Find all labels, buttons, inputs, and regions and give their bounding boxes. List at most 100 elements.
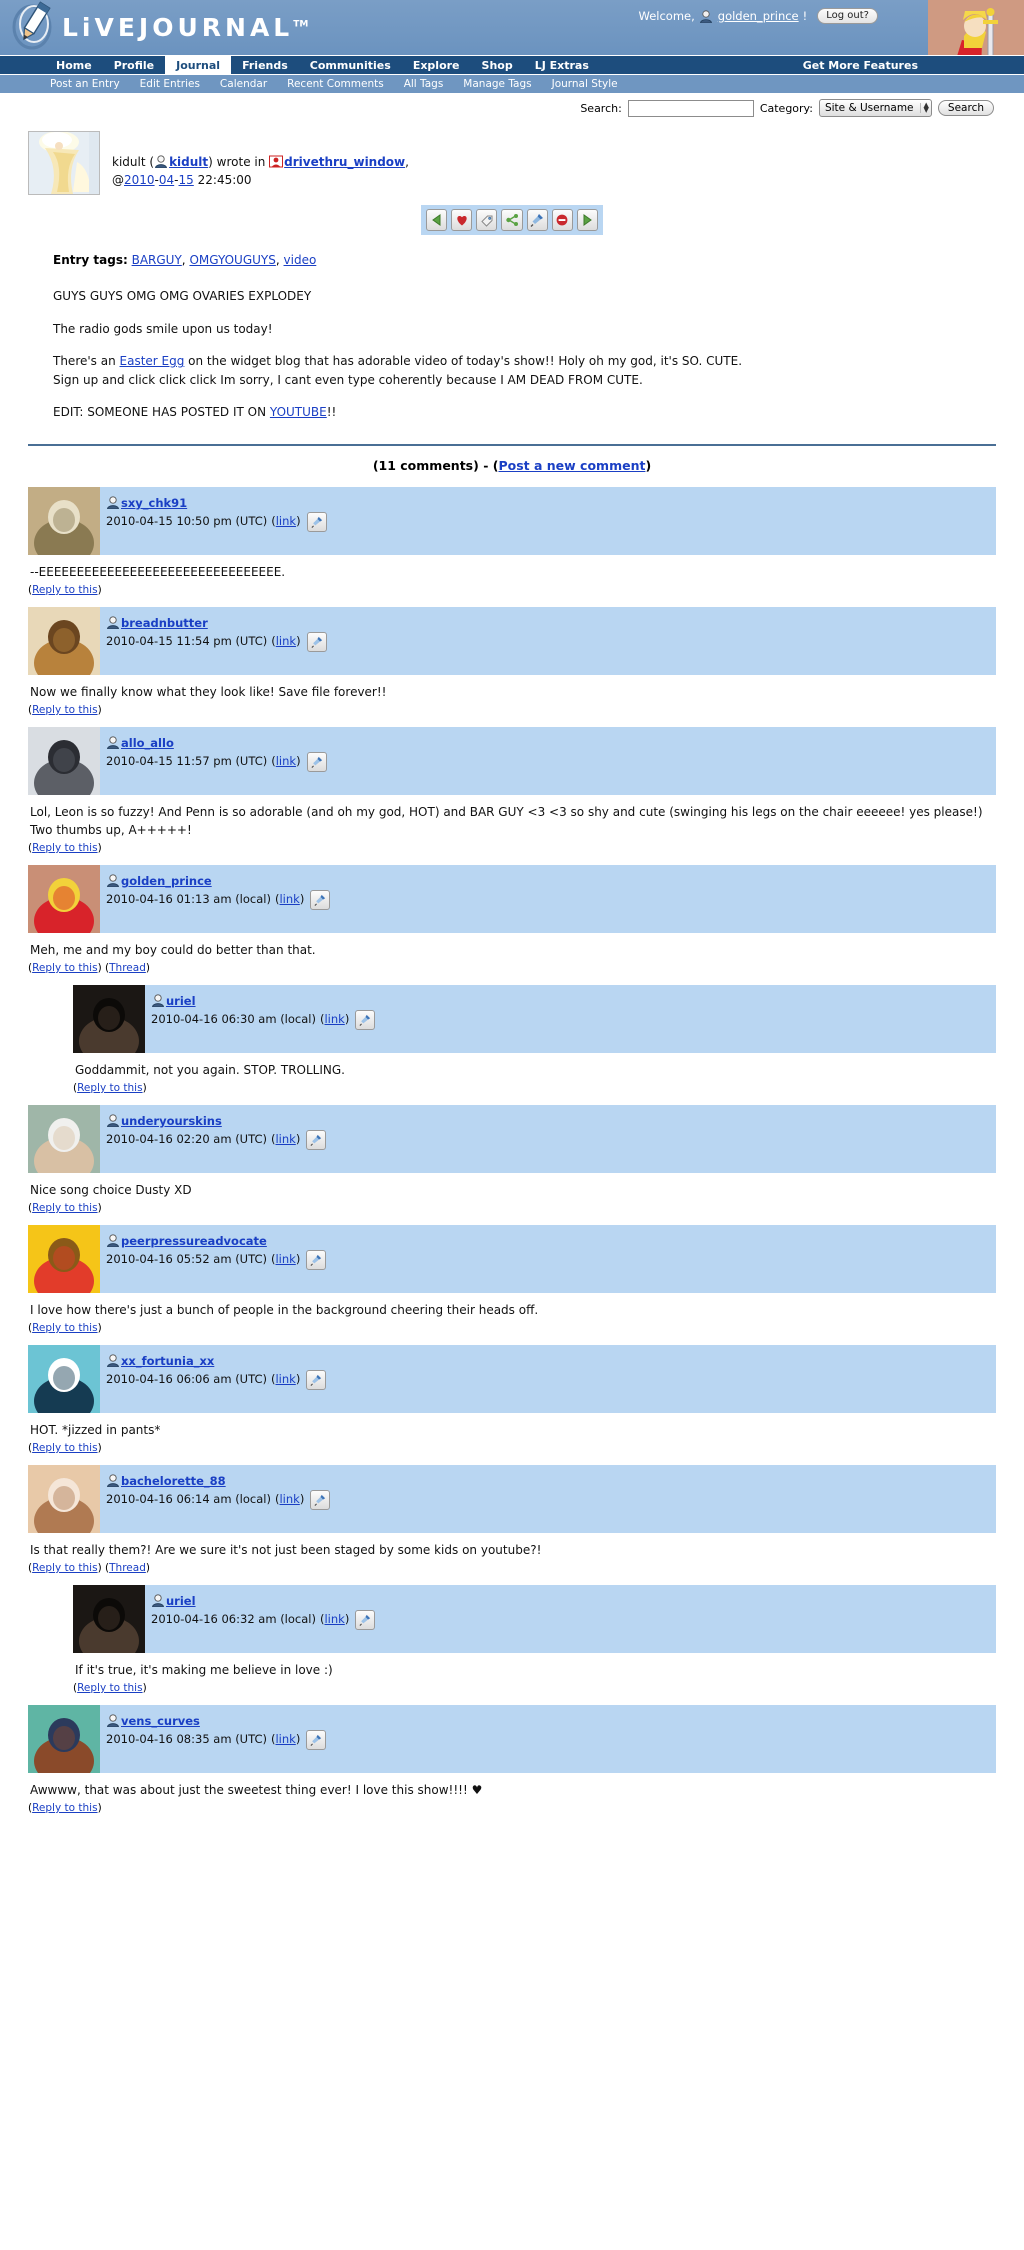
comment-author-link[interactable]: underyourskins: [121, 1114, 222, 1128]
comment-edit-button[interactable]: [355, 1009, 376, 1030]
subnav-item-manage-tags[interactable]: Manage Tags: [453, 75, 541, 93]
nav-item-shop[interactable]: Shop: [471, 56, 524, 74]
comment-edit-button[interactable]: [306, 1129, 327, 1150]
block-button[interactable]: [551, 209, 573, 231]
edit-entry-button[interactable]: [526, 209, 548, 231]
comment-permalink[interactable]: link: [279, 892, 299, 906]
comment-author-link[interactable]: breadnbutter: [121, 616, 208, 630]
entry-community-link[interactable]: drivethru_window: [284, 155, 405, 169]
comment-edit-button[interactable]: [306, 1369, 327, 1390]
subnav-item-calendar[interactable]: Calendar: [210, 75, 277, 93]
comment-userpic[interactable]: [73, 1584, 145, 1653]
comment-author-link[interactable]: allo_allo: [121, 736, 174, 750]
comment-edit-button[interactable]: [355, 1609, 376, 1630]
nav-item-communities[interactable]: Communities: [299, 56, 402, 74]
user-head-icon: [106, 1714, 120, 1728]
comment-userpic[interactable]: [28, 1464, 100, 1533]
comment-userpic[interactable]: [28, 726, 100, 795]
subnav-item-journal-style[interactable]: Journal Style: [542, 75, 628, 93]
nav-item-profile[interactable]: Profile: [103, 56, 165, 74]
search-input[interactable]: [627, 99, 754, 117]
comment-permalink[interactable]: link: [275, 1252, 295, 1266]
comment-permalink[interactable]: link: [279, 1492, 299, 1506]
comment-author-link[interactable]: xx_fortunia_xx: [121, 1354, 214, 1368]
post-new-comment-link[interactable]: Post a new comment: [498, 458, 645, 473]
subnav-item-post-an-entry[interactable]: Post an Entry: [40, 75, 130, 93]
comment-action-thread[interactable]: Thread: [109, 962, 146, 974]
nav-item-friends[interactable]: Friends: [231, 56, 299, 74]
comment-action-reply-to-this[interactable]: Reply to this: [32, 1322, 97, 1334]
previous-entry-button[interactable]: [426, 209, 448, 231]
entry-tag-video[interactable]: video: [284, 253, 317, 267]
comment-action-reply-to-this[interactable]: Reply to this: [32, 962, 97, 974]
comment-userpic[interactable]: [28, 606, 100, 675]
comment-permalink[interactable]: link: [275, 1372, 295, 1386]
search-button[interactable]: Search: [937, 100, 994, 116]
comment-userpic[interactable]: [28, 1224, 100, 1293]
comment-action-reply-to-this[interactable]: Reply to this: [32, 1802, 97, 1814]
comment-userpic[interactable]: [28, 486, 100, 555]
comment-permalink[interactable]: link: [324, 1012, 344, 1026]
comment-action-reply-to-this[interactable]: Reply to this: [32, 1442, 97, 1454]
comment-userpic[interactable]: [28, 864, 100, 933]
comment-permalink[interactable]: link: [275, 1132, 295, 1146]
entry-tag-omgyouguys[interactable]: OMGYOUGUYS: [189, 253, 275, 267]
site-logo[interactable]: LiVEJOURNALTM: [10, 1, 308, 52]
share-button[interactable]: [501, 209, 523, 231]
current-username-link[interactable]: golden_prince: [718, 9, 799, 23]
comment-action-reply-to-this[interactable]: Reply to this: [32, 1562, 97, 1574]
comment-author-link[interactable]: golden_prince: [121, 874, 212, 888]
comment-edit-button[interactable]: [306, 631, 327, 652]
logout-button[interactable]: Log out?: [817, 8, 878, 24]
nav-item-get-more-features[interactable]: Get More Features: [793, 56, 928, 74]
comment-author-link[interactable]: uriel: [166, 1594, 196, 1608]
comment-author-link[interactable]: bachelorette_88: [121, 1474, 226, 1488]
comment-permalink[interactable]: link: [276, 754, 296, 768]
entry-author-link[interactable]: kidult: [169, 155, 208, 169]
subnav-item-all-tags[interactable]: All Tags: [394, 75, 454, 93]
comment-action-reply-to-this[interactable]: Reply to this: [32, 584, 97, 596]
comment-userpic[interactable]: [28, 1344, 100, 1413]
comment-action-reply-to-this[interactable]: Reply to this: [32, 704, 97, 716]
comment-author-link[interactable]: uriel: [166, 994, 196, 1008]
add-to-memories-button[interactable]: [451, 209, 473, 231]
comment-userpic[interactable]: [28, 1104, 100, 1173]
comment-edit-button[interactable]: [310, 1489, 331, 1510]
next-entry-button[interactable]: [576, 209, 598, 231]
comment-author-link[interactable]: sxy_chk91: [121, 496, 187, 510]
nav-item-explore[interactable]: Explore: [402, 56, 471, 74]
entry-userpic[interactable]: [28, 131, 100, 195]
youtube-link[interactable]: YOUTUBE: [270, 405, 327, 419]
comment-edit-button[interactable]: [306, 511, 327, 532]
subnav-item-recent-comments[interactable]: Recent Comments: [277, 75, 394, 93]
comment-author-link[interactable]: vens_curves: [121, 1714, 200, 1728]
entry-tag-barguy[interactable]: BARGUY: [132, 253, 182, 267]
nav-item-journal[interactable]: Journal: [165, 56, 232, 74]
comment-action-thread[interactable]: Thread: [109, 1562, 146, 1574]
comment-permalink[interactable]: link: [276, 514, 296, 528]
comment-action-reply-to-this[interactable]: Reply to this: [77, 1082, 142, 1094]
nav-item-home[interactable]: Home: [45, 56, 103, 74]
entry-date-year[interactable]: 2010: [124, 173, 155, 187]
comment-userpic[interactable]: [28, 1704, 100, 1773]
comment-action-reply-to-this[interactable]: Reply to this: [32, 1202, 97, 1214]
comment-author-link[interactable]: peerpressureadvocate: [121, 1234, 267, 1248]
subnav-item-edit-entries[interactable]: Edit Entries: [130, 75, 210, 93]
comment-edit-button[interactable]: [310, 889, 331, 910]
comment-edit-button[interactable]: [306, 1729, 327, 1750]
entry-date-day[interactable]: 15: [179, 173, 194, 187]
comment-action-reply-to-this[interactable]: Reply to this: [77, 1682, 142, 1694]
easter-egg-link[interactable]: Easter Egg: [120, 354, 185, 368]
comment-edit-button[interactable]: [306, 1249, 327, 1270]
comment-permalink[interactable]: link: [275, 1732, 295, 1746]
comment-permalink[interactable]: link: [324, 1612, 344, 1626]
tag-button[interactable]: [476, 209, 498, 231]
header-userpic[interactable]: [928, 0, 1024, 55]
comment-userpic[interactable]: [73, 984, 145, 1053]
search-category-select[interactable]: Site & Username ▲ ▼: [818, 99, 932, 117]
nav-item-lj-extras[interactable]: LJ Extras: [524, 56, 600, 74]
comment-action-reply-to-this[interactable]: Reply to this: [32, 842, 97, 854]
comment-edit-button[interactable]: [306, 751, 327, 772]
comment-permalink[interactable]: link: [276, 634, 296, 648]
entry-date-month[interactable]: 04: [159, 173, 174, 187]
